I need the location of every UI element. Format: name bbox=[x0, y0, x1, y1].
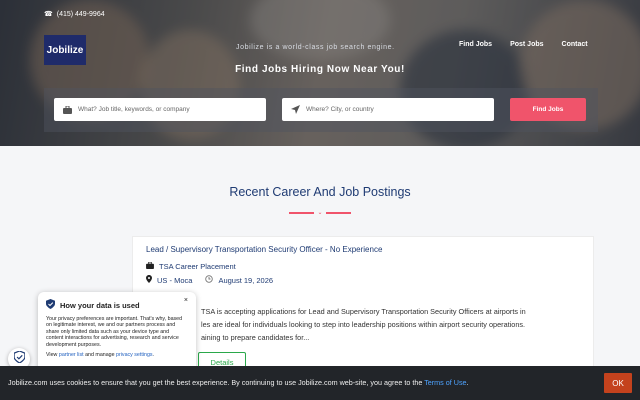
search-bar: What? Job title, keywords, or company Wh… bbox=[44, 88, 598, 132]
privacy-header: How your data is used bbox=[46, 299, 188, 311]
phone-icon: ☎ bbox=[44, 11, 53, 18]
briefcase-icon bbox=[62, 105, 72, 114]
section-title: Recent Career And Job Postings bbox=[229, 185, 411, 199]
privacy-links: View partner list and manage privacy set… bbox=[46, 352, 188, 358]
privacy-settings-link[interactable]: privacy settings bbox=[116, 352, 153, 358]
cookie-ok-button[interactable]: OK bbox=[604, 373, 632, 393]
privacy-links-suffix: . bbox=[152, 352, 155, 359]
divider-line bbox=[289, 212, 315, 214]
privacy-title: How your data is used bbox=[60, 300, 140, 310]
cookie-banner: Jobilize.com uses cookies to ensure that… bbox=[0, 366, 640, 400]
find-jobs-button[interactable]: Find Jobs bbox=[510, 98, 586, 121]
privacy-text: Your privacy preferences are important. … bbox=[46, 316, 183, 348]
close-icon[interactable]: × bbox=[184, 297, 188, 304]
job-description-line: aining to prepare candidates for... bbox=[201, 333, 310, 342]
keyword-placeholder: What? Job title, keywords, or company bbox=[78, 106, 190, 113]
hero-banner: ☎ (415) 449-9964 Jobilize Jobilize is a … bbox=[0, 0, 640, 146]
location-arrow-icon bbox=[290, 105, 300, 114]
cookie-message: Jobilize.com uses cookies to ensure that… bbox=[8, 378, 423, 387]
divider-line bbox=[325, 212, 351, 214]
location-placeholder: Where? City, or country bbox=[306, 106, 374, 113]
shield-icon bbox=[46, 299, 55, 311]
company-name[interactable]: TSA Career Placement bbox=[159, 262, 236, 271]
phone-contact[interactable]: ☎ (415) 449-9964 bbox=[44, 10, 105, 19]
job-description-line: TSA is accepting applications for Lead a… bbox=[201, 307, 526, 316]
privacy-links-prefix: View bbox=[46, 352, 58, 359]
main-nav: Find Jobs Post Jobs Contact bbox=[459, 41, 588, 48]
chevron-down-icon: ⌄ bbox=[317, 210, 323, 216]
nav-post-jobs[interactable]: Post Jobs bbox=[510, 41, 543, 48]
phone-number: (415) 449-9964 bbox=[56, 10, 105, 18]
job-location: US - Moca bbox=[157, 275, 193, 285]
job-description-line: les are ideal for individuals looking to… bbox=[201, 320, 526, 329]
cookie-text: Jobilize.com uses cookies to ensure that… bbox=[8, 378, 469, 387]
privacy-links-middle: and manage bbox=[85, 352, 115, 359]
clock-icon bbox=[205, 275, 214, 285]
map-pin-icon bbox=[146, 275, 152, 285]
partner-list-link[interactable]: partner list bbox=[59, 352, 84, 358]
briefcase-icon bbox=[146, 261, 154, 271]
location-input[interactable]: Where? City, or country bbox=[282, 98, 494, 121]
job-title-link[interactable]: Lead / Supervisory Transportation Securi… bbox=[146, 245, 382, 254]
job-company: TSA Career Placement bbox=[146, 261, 236, 271]
nav-contact[interactable]: Contact bbox=[562, 41, 588, 48]
section-divider: ⌄ bbox=[289, 210, 351, 216]
cookie-suffix: . bbox=[466, 378, 469, 387]
nav-find-jobs[interactable]: Find Jobs bbox=[459, 41, 492, 48]
job-date: August 19, 2026 bbox=[218, 275, 274, 285]
site-logo[interactable]: Jobilize bbox=[44, 35, 86, 65]
job-card: Lead / Supervisory Transportation Securi… bbox=[132, 236, 594, 376]
terms-of-use-link[interactable]: Terms of Use bbox=[424, 378, 466, 387]
hero-title: Find Jobs Hiring Now Near You! bbox=[235, 64, 405, 75]
site-tagline: Jobilize is a world-class job search eng… bbox=[236, 44, 395, 51]
keyword-input[interactable]: What? Job title, keywords, or company bbox=[54, 98, 266, 121]
job-meta: US - Moca August 19, 2026 bbox=[146, 275, 273, 285]
privacy-popup: How your data is used × Your privacy pre… bbox=[38, 292, 196, 376]
job-description: TSA is accepting applications for Lead a… bbox=[201, 305, 601, 344]
